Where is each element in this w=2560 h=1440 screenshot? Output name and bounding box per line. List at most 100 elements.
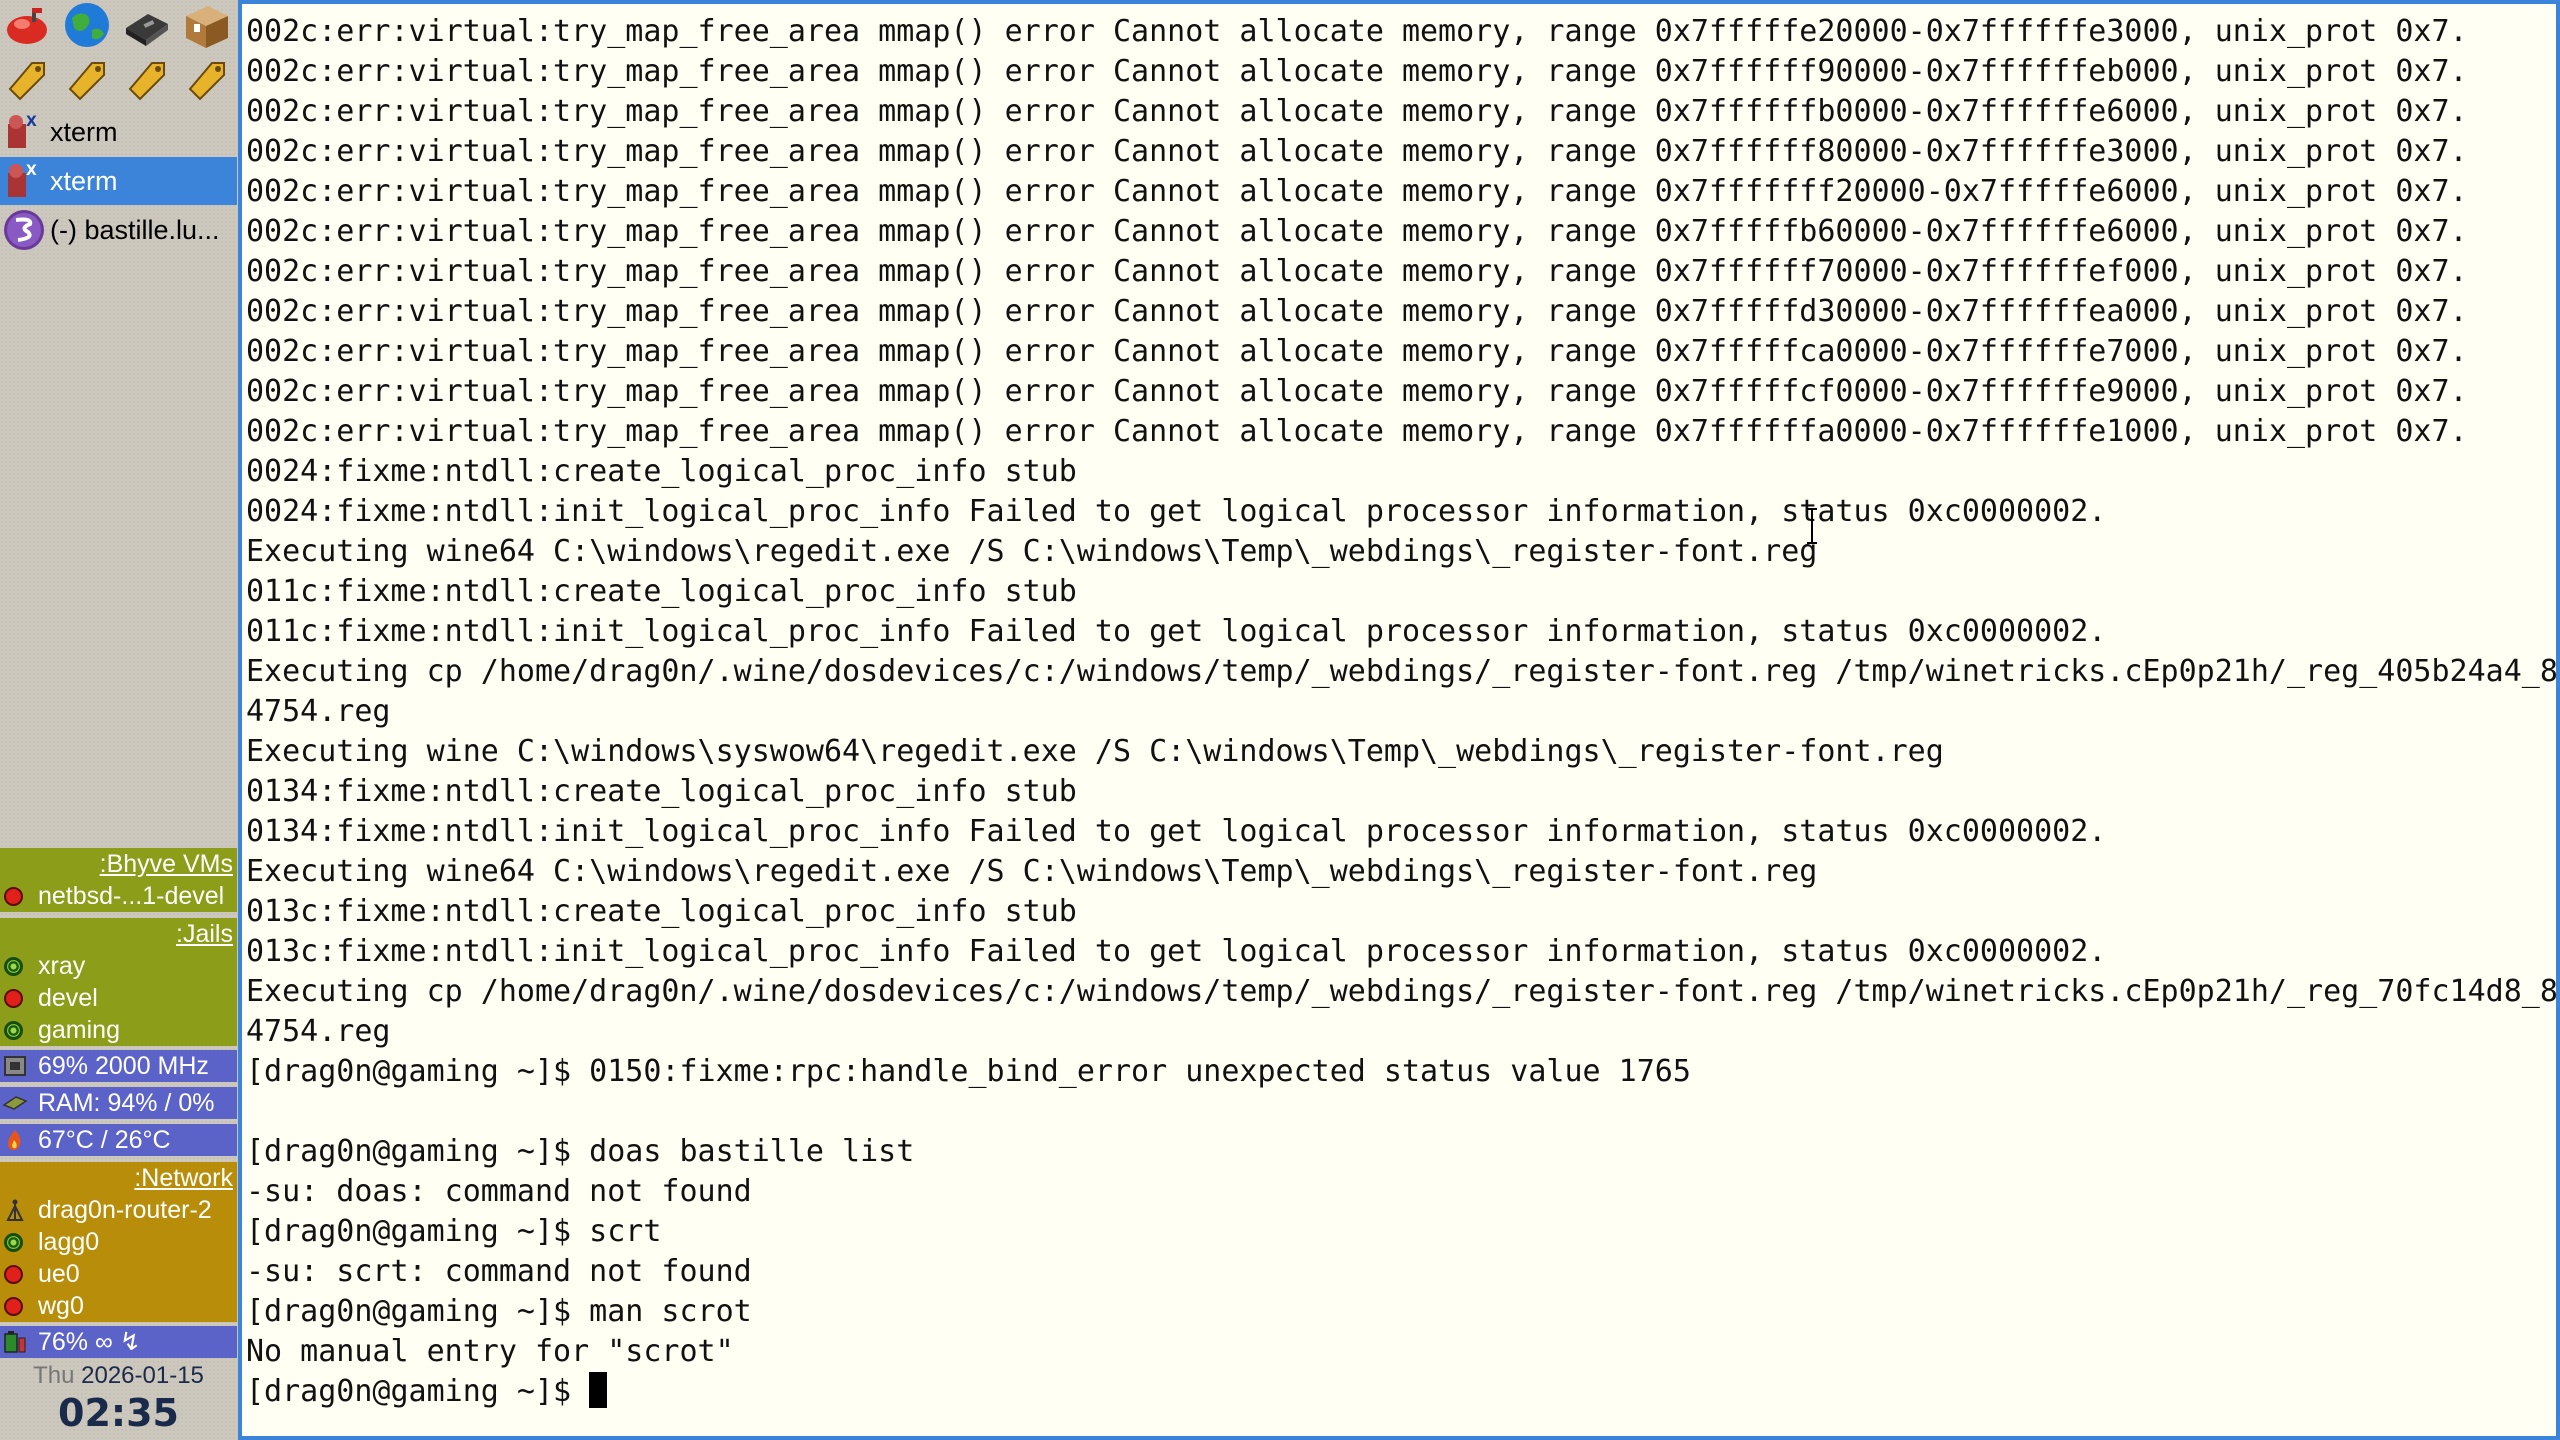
terminal-line: 011c:fixme:ntdll:init_logical_proc_info … [246, 614, 2107, 649]
tag-icon[interactable] [182, 53, 232, 103]
task-label: xterm [50, 117, 118, 147]
svg-text:X: X [26, 163, 37, 179]
clock-time[interactable]: 02:35 [0, 1391, 237, 1435]
jail-item-xray[interactable]: xray [0, 950, 237, 982]
terminal-line: 002c:err:virtual:try_map_free_area mmap(… [246, 414, 2468, 449]
flame-icon [2, 1128, 28, 1152]
temp-readout: 67°C / 26°C [38, 1126, 171, 1154]
vm-label: netbsd-...1-devel [38, 882, 225, 910]
iface-label: wg0 [38, 1292, 84, 1320]
router-label: drag0n-router-2 [38, 1196, 212, 1224]
terminal-line: Executing wine64 C:\windows\regedit.exe … [246, 534, 1818, 569]
battery-icon [2, 1330, 28, 1354]
task-label: xterm [50, 166, 118, 196]
package-icon[interactable] [182, 0, 232, 50]
terminal-line: Executing cp /home/drag0n/.wine/dosdevic… [246, 654, 2558, 689]
taskbar-item-xterm-active[interactable]: X xterm [0, 157, 237, 205]
jail-label: devel [38, 984, 98, 1012]
temperature-monitor[interactable]: 67°C / 26°C [0, 1124, 237, 1156]
cpu-readout: 69% 2000 MHz [38, 1052, 209, 1080]
terminal-line: 0024:fixme:ntdll:create_logical_proc_inf… [246, 454, 1077, 489]
terminal-line: Executing wine C:\windows\syswow64\reged… [246, 734, 1944, 769]
network-header[interactable]: :Network [0, 1162, 237, 1194]
sidebar-panel: X xterm X xterm (-) bastille.lu... :Bhyv… [0, 0, 237, 1440]
network-iface-lagg0[interactable]: lagg0 [0, 1226, 237, 1258]
xterm-icon: X [2, 159, 46, 203]
emacs-icon [2, 208, 46, 252]
terminal-line: 002c:err:virtual:try_map_free_area mmap(… [246, 334, 2468, 369]
terminal-line: 002c:err:virtual:try_map_free_area mmap(… [246, 14, 2468, 49]
shell-prompt: [drag0n@gaming ~]$ [246, 1374, 590, 1409]
disk-drive-icon[interactable] [122, 0, 172, 50]
terminal-cursor [589, 1372, 608, 1408]
svg-text:X: X [26, 114, 37, 130]
jail-item-devel[interactable]: devel [0, 982, 237, 1014]
terminal-line: 0024:fixme:ntdll:init_logical_proc_info … [246, 494, 2107, 529]
terminal-prompt-line[interactable]: [drag0n@gaming ~]$ [246, 1372, 2556, 1412]
clock-date-value: 2026-01-15 [81, 1362, 204, 1389]
terminal-line: 0134:fixme:ntdll:create_logical_proc_inf… [246, 774, 1077, 809]
status-stopped-icon [4, 887, 23, 906]
clock-date[interactable]: Thu 2026-01-15 [0, 1362, 237, 1390]
terminal-line: 011c:fixme:ntdll:create_logical_proc_inf… [246, 574, 1077, 609]
terminal-line: -su: scrt: command not found [246, 1254, 752, 1289]
ram-monitor[interactable]: RAM: 94% / 0% [0, 1087, 237, 1119]
bhyve-vms-header[interactable]: :Bhyve VMs [0, 848, 237, 880]
clock-weekday: Thu [33, 1362, 75, 1389]
iface-label: lagg0 [38, 1228, 100, 1256]
terminal-output[interactable]: 002c:err:virtual:try_map_free_area mmap(… [246, 12, 2558, 1412]
text-cursor-icon [1807, 508, 1817, 544]
terminal-line: Executing wine64 C:\windows\regedit.exe … [246, 854, 1818, 889]
terminal-line: 002c:err:virtual:try_map_free_area mmap(… [246, 374, 2468, 409]
terminal-line: 4754.reg [246, 1014, 391, 1049]
ram-readout: RAM: 94% / 0% [38, 1089, 215, 1117]
battery-readout: 76% ∞ ↯ [38, 1328, 141, 1356]
terminal-line: 4754.reg [246, 694, 391, 729]
status-down-icon [4, 1297, 23, 1316]
cpu-monitor[interactable]: 69% 2000 MHz [0, 1050, 237, 1082]
tag-icon[interactable] [122, 53, 172, 103]
ram-icon [2, 1091, 28, 1115]
taskbar-item-emacs[interactable]: (-) bastille.lu... [0, 206, 237, 254]
terminal-line: 002c:err:virtual:try_map_free_area mmap(… [246, 134, 2468, 169]
network-iface-ue0[interactable]: ue0 [0, 1258, 237, 1290]
jails-header[interactable]: :Jails [0, 918, 237, 950]
launcher-bar [0, 0, 237, 50]
bhyve-vm-item[interactable]: netbsd-...1-devel [0, 880, 237, 912]
terminal-line: -su: doas: command not found [246, 1174, 752, 1209]
globe-icon[interactable] [62, 0, 112, 50]
terminal-line: 002c:err:virtual:try_map_free_area mmap(… [246, 294, 2468, 329]
terminal-line: 0134:fixme:ntdll:init_logical_proc_info … [246, 814, 2107, 849]
iface-label: ue0 [38, 1260, 80, 1288]
terminal-line: 002c:err:virtual:try_map_free_area mmap(… [246, 174, 2468, 209]
tag-icon[interactable] [2, 53, 52, 103]
terminal-line: 002c:err:virtual:try_map_free_area mmap(… [246, 254, 2468, 289]
status-down-icon [4, 1265, 23, 1284]
taskbar-item-xterm[interactable]: X xterm [0, 108, 237, 156]
task-label: (-) bastille.lu... [50, 215, 220, 245]
status-stopped-icon [4, 989, 23, 1008]
status-up-icon [4, 1233, 23, 1252]
jail-label: xray [38, 952, 86, 980]
tag-icon[interactable] [62, 53, 112, 103]
mail-icon[interactable] [2, 0, 52, 50]
terminal-line: 002c:err:virtual:try_map_free_area mmap(… [246, 214, 2468, 249]
network-router[interactable]: drag0n-router-2 [0, 1194, 237, 1226]
terminal-line: 002c:err:virtual:try_map_free_area mmap(… [246, 94, 2468, 129]
xterm-window[interactable]: 002c:err:virtual:try_map_free_area mmap(… [238, 0, 2560, 1440]
battery-monitor[interactable]: 76% ∞ ↯ [0, 1326, 237, 1358]
terminal-line: 002c:err:virtual:try_map_free_area mmap(… [246, 54, 2468, 89]
jail-item-gaming[interactable]: gaming [0, 1014, 237, 1046]
terminal-line: [drag0n@gaming ~]$ man scrot [246, 1294, 752, 1329]
terminal-line: Executing cp /home/drag0n/.wine/dosdevic… [246, 974, 2558, 1009]
terminal-line: No manual entry for "scrot" [246, 1334, 734, 1369]
xterm-icon: X [2, 110, 46, 154]
network-iface-wg0[interactable]: wg0 [0, 1290, 237, 1322]
status-running-icon [4, 1021, 23, 1040]
terminal-line: 013c:fixme:ntdll:init_logical_proc_info … [246, 934, 2107, 969]
antenna-icon [2, 1198, 28, 1222]
jail-label: gaming [38, 1016, 120, 1044]
cpu-icon [2, 1054, 28, 1078]
status-running-icon [4, 957, 23, 976]
terminal-line: [drag0n@gaming ~]$ scrt [246, 1214, 662, 1249]
